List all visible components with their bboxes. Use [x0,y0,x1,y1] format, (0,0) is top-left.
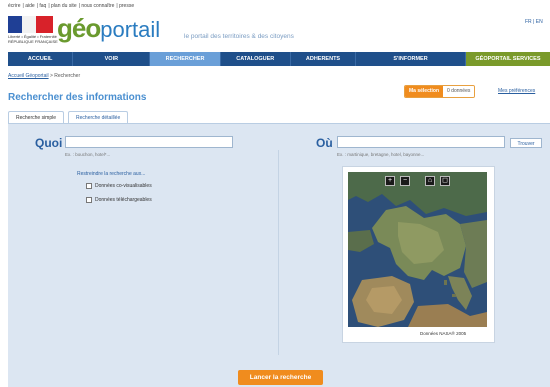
nav-cataloguer[interactable]: CATALOGUER [221,52,291,66]
site-tagline: le portail des territoires & des citoyen… [184,33,294,40]
zoom-in-icon[interactable]: + [385,176,395,186]
nav-adherents[interactable]: ADHERENTS [291,52,357,66]
ou-hint: Ex. : martinique, bretagne, hotel, bayon… [337,152,425,157]
ou-label: Où [316,136,333,150]
nav-voir[interactable]: VOIR [73,52,151,66]
top-link-plan[interactable]: plan du site [51,3,77,9]
language-switch[interactable]: FR | EN [525,19,543,25]
nav-sinformer[interactable]: S'INFORMER [356,52,466,66]
covisualisable-checkbox[interactable] [86,183,92,189]
selection-count: 0 données [443,86,475,97]
column-divider [278,150,279,355]
launch-search-button[interactable]: Lancer la recherche [238,370,323,385]
logo-portail: portail [100,17,161,42]
top-links: écrire | aide | faq | plan du site | nous co… [8,3,135,9]
my-selection-label[interactable]: Ma sélection [405,86,444,97]
full-extent-icon[interactable]: ◻ [440,176,450,186]
republic-motto: Liberté • Égalité • Fraternité RÉPUBLIQU… [8,34,58,44]
map-credit: Données NASA® 2005 [420,331,467,336]
trouver-button[interactable]: Trouver [510,138,542,148]
search-tabs: Recherche simple Recherche détaillée [8,111,132,123]
nav-rechercher[interactable]: RECHERCHER [150,52,221,66]
page-title: Rechercher des informations [8,92,147,103]
logo-geo: géo [57,13,101,43]
nav-accueil[interactable]: ACCUEIL [8,52,74,66]
top-link-ecrire[interactable]: écrire [8,3,21,9]
satellite-map[interactable]: + − ⌂ ◻ [348,172,487,327]
geoportail-logo[interactable]: géoportail [57,13,160,45]
breadcrumb-home[interactable]: Accueil Géoportail [8,73,49,79]
home-icon[interactable]: ⌂ [425,176,435,186]
breadcrumb-current: Rechercher [54,73,81,79]
preferences-link[interactable]: Mes préférences [498,88,535,94]
my-selection-box[interactable]: Ma sélection 0 données [404,85,476,98]
downloadable-label: Données téléchargeables [95,197,152,203]
republic-flag-logo [8,16,53,33]
quoi-input[interactable] [65,136,233,148]
top-link-presse[interactable]: presse [119,3,134,9]
breadcrumb: Accueil Géoportail > Rechercher [8,73,80,79]
zoom-out-icon[interactable]: − [400,176,410,186]
top-link-aide[interactable]: aide [25,3,34,9]
ou-input[interactable] [337,136,505,148]
nav-geoportail-services[interactable]: GÉOPORTAIL SERVICES [465,52,550,66]
quoi-hint: Ex. : bouchon, hotel*... [65,152,111,157]
tab-detailed-search[interactable]: Recherche détaillée [68,111,129,123]
downloadable-checkbox[interactable] [86,197,92,203]
main-nav: ACCUEIL VOIR RECHERCHER CATALOGUER ADHER… [8,52,550,66]
tab-simple-search[interactable]: Recherche simple [8,111,65,123]
top-link-connaitre[interactable]: nous connaître [81,3,114,9]
quoi-label: Quoi [35,136,63,150]
top-link-faq[interactable]: faq [39,3,46,9]
covisualisable-label: Données co-visualisables [95,183,152,189]
map-satellite-image [348,172,487,327]
restrict-label: Restreindre la recherche aux... [77,171,146,177]
